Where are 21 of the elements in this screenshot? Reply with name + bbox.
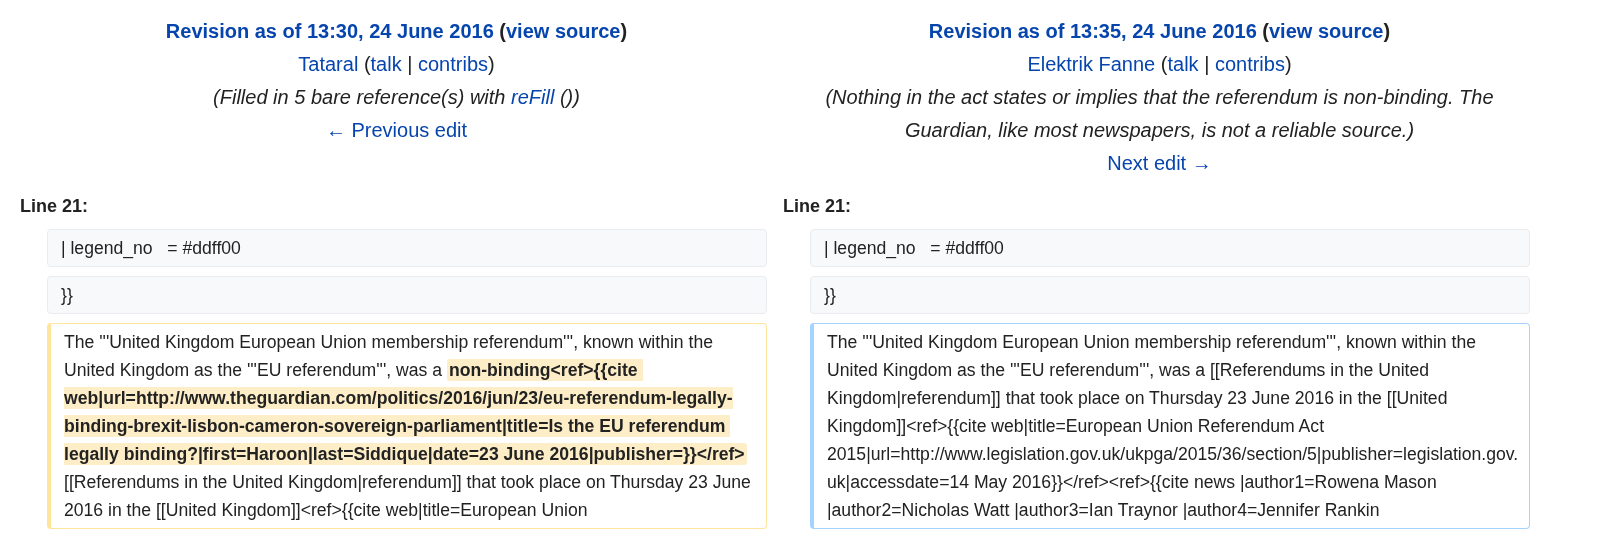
- revision-link[interactable]: view source: [1269, 20, 1384, 42]
- edit-summary: (Filled in 5 bare reference(s) with reFill ()): [212, 85, 581, 110]
- revision-link[interactable]: view source: [506, 20, 621, 42]
- revision-link[interactable]: Revision as of 13:30, 24 June 2016: [165, 20, 494, 42]
- tool-link[interactable]: reFill: [511, 86, 555, 108]
- user-link[interactable]: contribs: [1214, 53, 1285, 75]
- user-link[interactable]: talk: [370, 53, 402, 75]
- line-number-label: Line 21:: [783, 196, 853, 217]
- user-link[interactable]: contribs: [418, 53, 488, 75]
- author-line: Tataral (talk | contribs): [297, 52, 496, 77]
- author-line: Elektrik Fanne (talk | contribs): [1026, 52, 1293, 77]
- user-link[interactable]: Elektrik Fanne: [1027, 53, 1156, 75]
- edit-summary: (Nothing in the act states or implies that the referendum is non-binding. The Guardian, like most newspapers, is not a reliable source.): [824, 85, 1495, 143]
- edit-nav-link[interactable]: ← Previous edit: [325, 119, 468, 141]
- line-number-label: Line 21:: [20, 196, 90, 217]
- revision-heading: Revision as of 13:35, 24 June 2016 (view source): [927, 19, 1392, 44]
- user-link[interactable]: Tataral: [298, 53, 359, 75]
- revision-link[interactable]: Revision as of 13:35, 24 June 2016: [928, 20, 1257, 42]
- edit-nav-link[interactable]: Next edit →: [1107, 152, 1212, 174]
- user-link[interactable]: talk: [1167, 53, 1199, 75]
- revision-heading: Revision as of 13:30, 24 June 2016 (view source): [164, 19, 629, 44]
